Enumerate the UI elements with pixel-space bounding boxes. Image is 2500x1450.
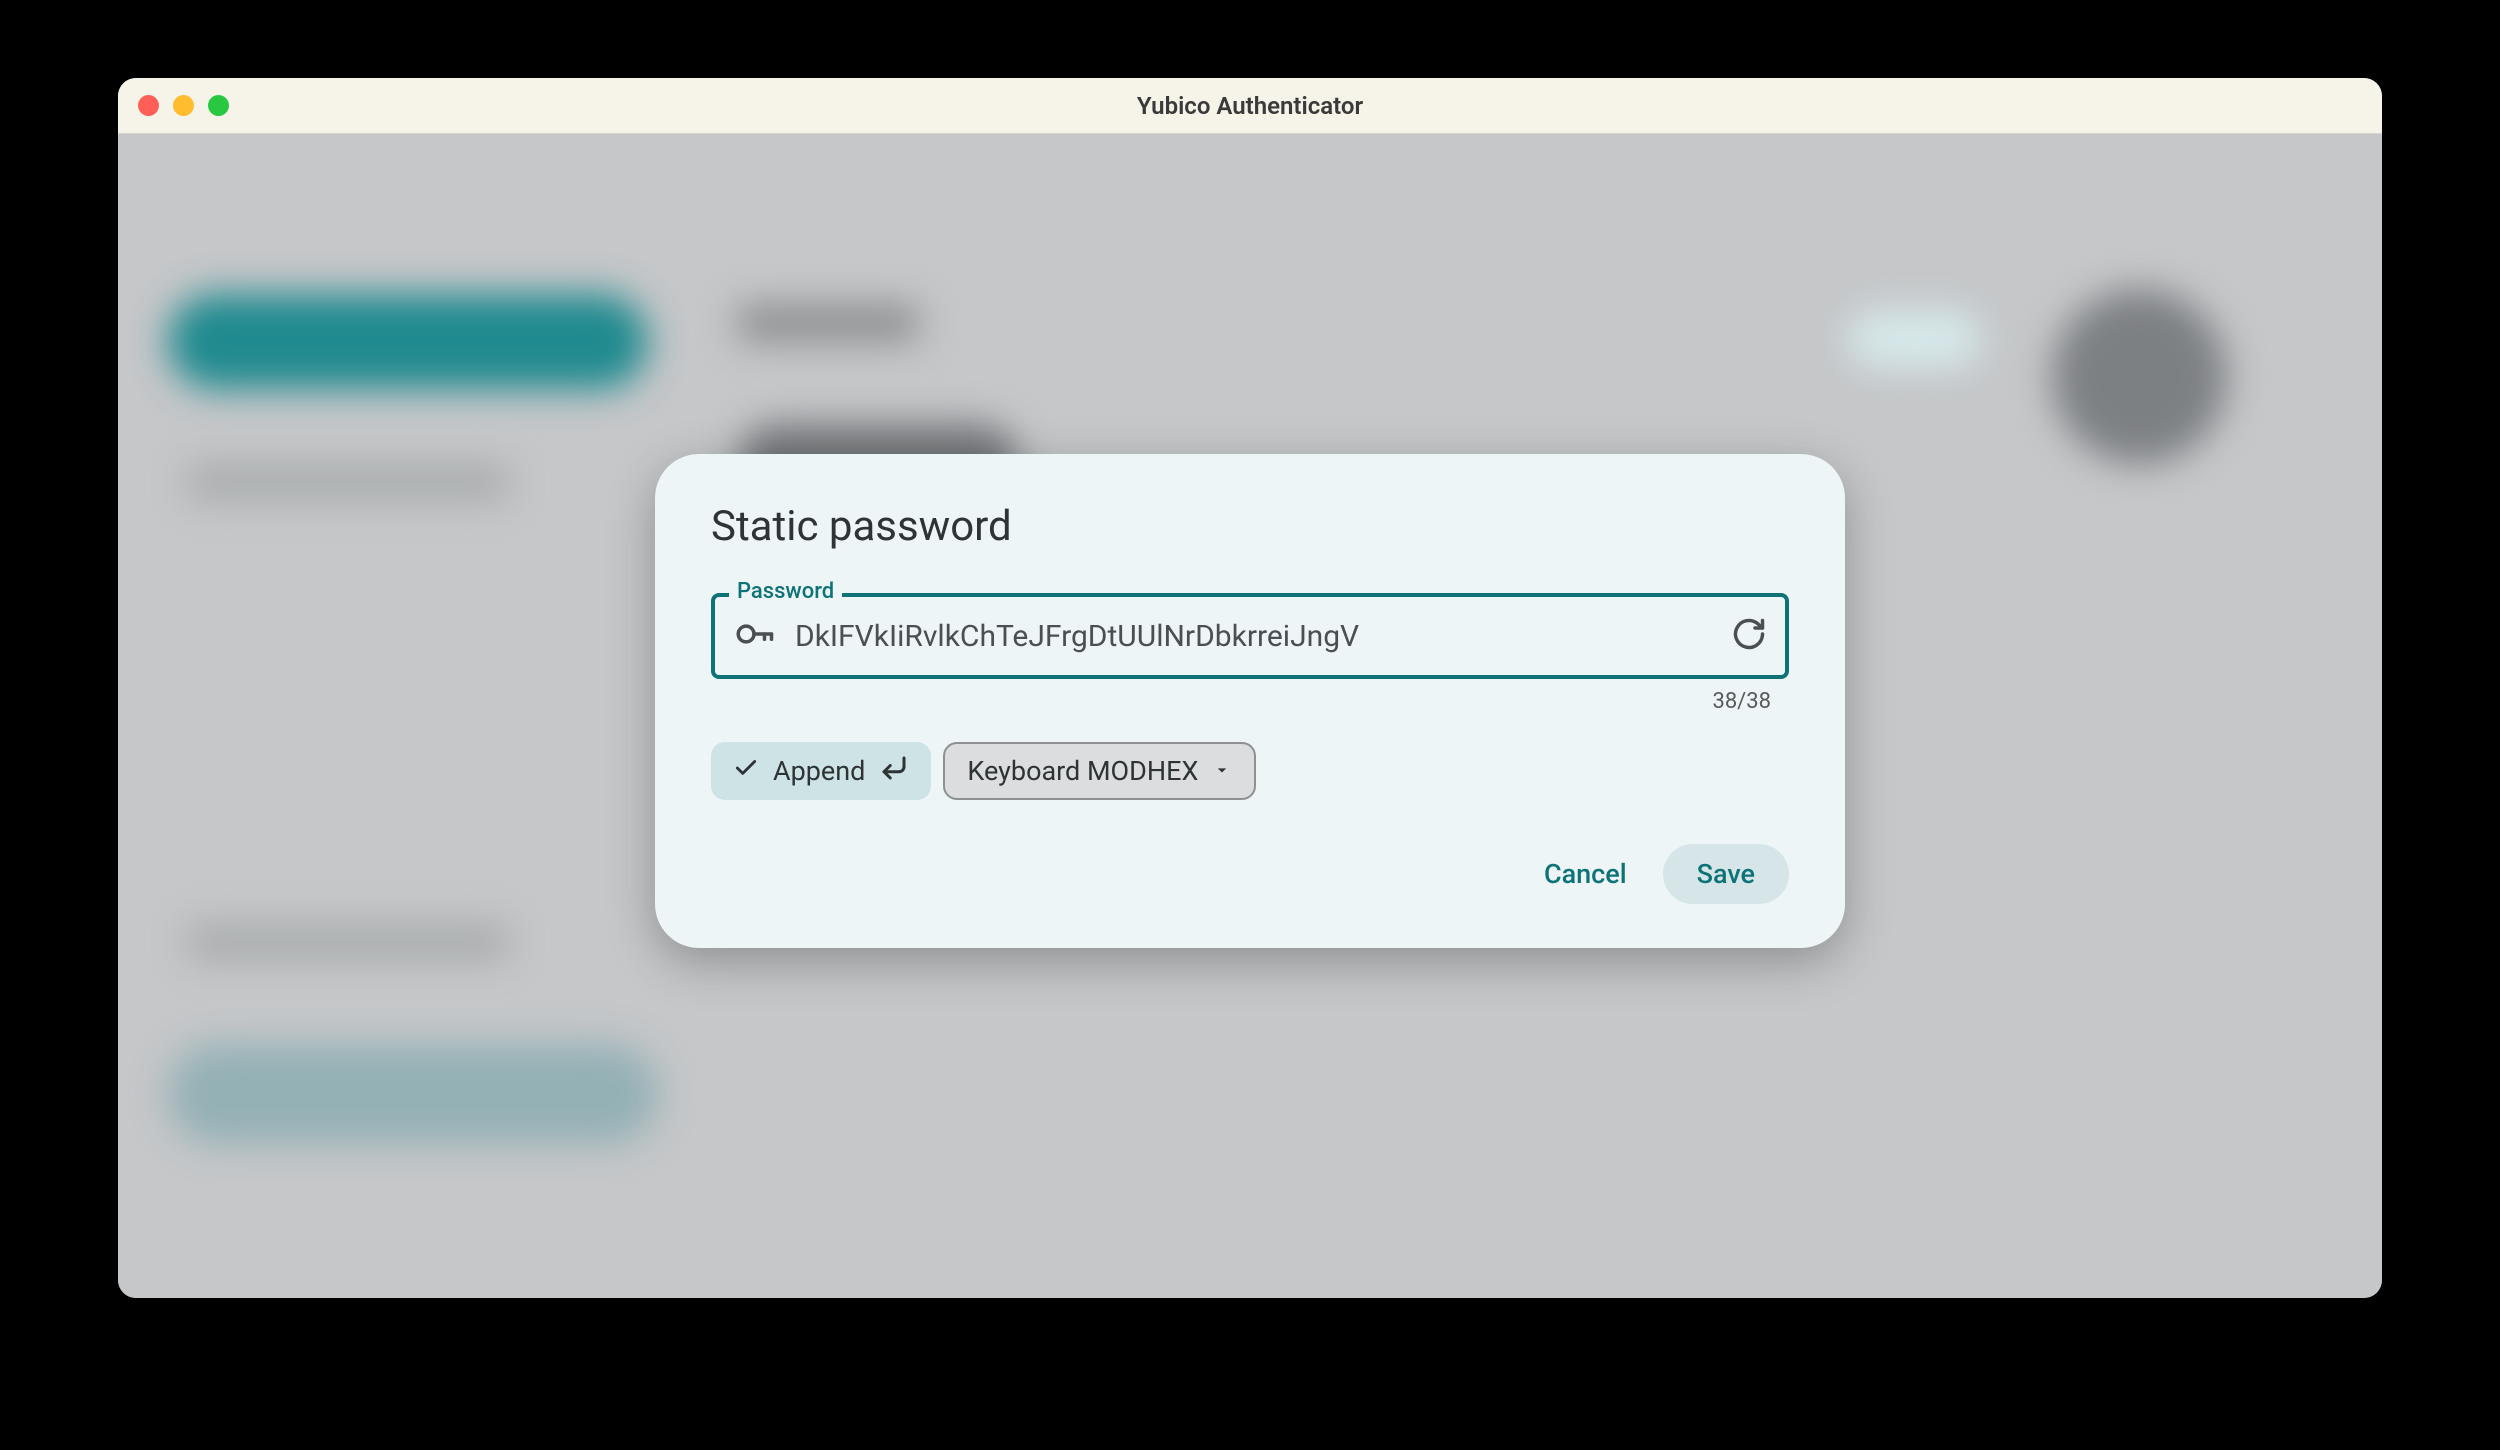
maximize-window-button[interactable]	[208, 95, 229, 116]
append-enter-toggle[interactable]: Append	[711, 742, 931, 800]
password-char-count: 38/38	[711, 689, 1789, 714]
static-password-dialog: Static password Password	[655, 454, 1845, 948]
dialog-title: Static password	[711, 502, 1789, 551]
dialog-overlay: Static password Password	[118, 134, 2382, 1298]
password-field: Password	[711, 593, 1789, 679]
password-field-label: Password	[729, 579, 842, 604]
dialog-actions: Cancel Save	[711, 844, 1789, 904]
save-button[interactable]: Save	[1663, 844, 1789, 904]
window-title: Yubico Authenticator	[118, 92, 2382, 120]
cancel-button[interactable]: Cancel	[1516, 844, 1655, 904]
app-body: Static password Password	[118, 134, 2382, 1298]
password-input-container	[711, 593, 1789, 679]
window-controls	[138, 95, 229, 116]
options-row: Append Keyboard MODHEX	[711, 742, 1789, 800]
keyboard-layout-label: Keyboard MODHEX	[967, 755, 1198, 787]
minimize-window-button[interactable]	[173, 95, 194, 116]
password-input[interactable]	[795, 619, 1719, 654]
keyboard-layout-dropdown[interactable]: Keyboard MODHEX	[943, 742, 1256, 800]
close-window-button[interactable]	[138, 95, 159, 116]
app-window: Yubico Authenticator Static password Pas…	[118, 78, 2382, 1298]
enter-key-icon	[879, 753, 909, 790]
regenerate-password-button[interactable]	[1731, 616, 1767, 656]
append-toggle-label: Append	[773, 755, 865, 787]
titlebar: Yubico Authenticator	[118, 78, 2382, 134]
key-icon	[733, 613, 775, 659]
chevron-down-icon	[1212, 755, 1232, 787]
check-icon	[733, 755, 759, 788]
